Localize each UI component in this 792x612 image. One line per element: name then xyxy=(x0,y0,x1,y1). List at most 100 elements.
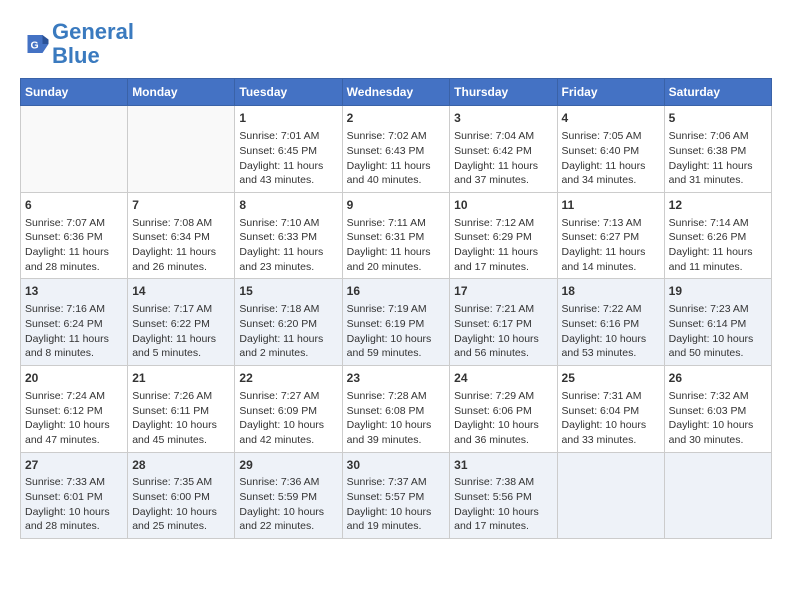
calendar-cell: 4 Sunrise: 7:05 AMSunset: 6:40 PMDaylight… xyxy=(557,106,664,193)
cell-content: Sunrise: 7:27 AMSunset: 6:09 PMDaylight:… xyxy=(239,389,337,448)
day-number: 29 xyxy=(239,457,337,474)
day-number: 17 xyxy=(454,283,552,300)
weekday-header-sunday: Sunday xyxy=(21,79,128,106)
day-number: 18 xyxy=(562,283,660,300)
day-number: 22 xyxy=(239,370,337,387)
weekday-header-friday: Friday xyxy=(557,79,664,106)
weekday-header-row: SundayMondayTuesdayWednesdayThursdayFrid… xyxy=(21,79,772,106)
calendar-cell: 5 Sunrise: 7:06 AMSunset: 6:38 PMDaylight… xyxy=(664,106,771,193)
calendar-cell: 19 Sunrise: 7:23 AMSunset: 6:14 PMDayligh… xyxy=(664,279,771,366)
cell-content: Sunrise: 7:08 AMSunset: 6:34 PMDaylight:… xyxy=(132,216,230,275)
calendar-cell: 12 Sunrise: 7:14 AMSunset: 6:26 PMDayligh… xyxy=(664,192,771,279)
day-number: 12 xyxy=(669,197,767,214)
day-number: 25 xyxy=(562,370,660,387)
calendar-table: SundayMondayTuesdayWednesdayThursdayFrid… xyxy=(20,78,772,539)
day-number: 19 xyxy=(669,283,767,300)
calendar-cell: 26 Sunrise: 7:32 AMSunset: 6:03 PMDayligh… xyxy=(664,366,771,453)
cell-content: Sunrise: 7:12 AMSunset: 6:29 PMDaylight:… xyxy=(454,216,552,275)
cell-content: Sunrise: 7:37 AMSunset: 5:57 PMDaylight:… xyxy=(347,475,446,534)
cell-content: Sunrise: 7:05 AMSunset: 6:40 PMDaylight:… xyxy=(562,129,660,188)
day-number: 30 xyxy=(347,457,446,474)
cell-content: Sunrise: 7:01 AMSunset: 6:45 PMDaylight:… xyxy=(239,129,337,188)
cell-content: Sunrise: 7:26 AMSunset: 6:11 PMDaylight:… xyxy=(132,389,230,448)
logo: G GeneralBlue xyxy=(20,20,134,68)
calendar-cell: 17 Sunrise: 7:21 AMSunset: 6:17 PMDayligh… xyxy=(450,279,557,366)
cell-content: Sunrise: 7:16 AMSunset: 6:24 PMDaylight:… xyxy=(25,302,123,361)
cell-content: Sunrise: 7:18 AMSunset: 6:20 PMDaylight:… xyxy=(239,302,337,361)
calendar-cell: 22 Sunrise: 7:27 AMSunset: 6:09 PMDayligh… xyxy=(235,366,342,453)
cell-content: Sunrise: 7:38 AMSunset: 5:56 PMDaylight:… xyxy=(454,475,552,534)
day-number: 13 xyxy=(25,283,123,300)
day-number: 21 xyxy=(132,370,230,387)
calendar-cell: 13 Sunrise: 7:16 AMSunset: 6:24 PMDayligh… xyxy=(21,279,128,366)
day-number: 1 xyxy=(239,110,337,127)
day-number: 20 xyxy=(25,370,123,387)
cell-content: Sunrise: 7:06 AMSunset: 6:38 PMDaylight:… xyxy=(669,129,767,188)
cell-content: Sunrise: 7:07 AMSunset: 6:36 PMDaylight:… xyxy=(25,216,123,275)
day-number: 5 xyxy=(669,110,767,127)
weekday-header-wednesday: Wednesday xyxy=(342,79,450,106)
calendar-cell: 20 Sunrise: 7:24 AMSunset: 6:12 PMDayligh… xyxy=(21,366,128,453)
calendar-cell xyxy=(557,452,664,539)
calendar-cell: 29Sunrise: 7:36 AMSunset: 5:59 PMDayligh… xyxy=(235,452,342,539)
day-number: 4 xyxy=(562,110,660,127)
calendar-week-1: 1 Sunrise: 7:01 AMSunset: 6:45 PMDaylight… xyxy=(21,106,772,193)
day-number: 24 xyxy=(454,370,552,387)
page-header: G GeneralBlue xyxy=(20,20,772,68)
calendar-cell: 25 Sunrise: 7:31 AMSunset: 6:04 PMDayligh… xyxy=(557,366,664,453)
day-number: 26 xyxy=(669,370,767,387)
day-number: 31 xyxy=(454,457,552,474)
cell-content: Sunrise: 7:10 AMSunset: 6:33 PMDaylight:… xyxy=(239,216,337,275)
calendar-week-4: 20 Sunrise: 7:24 AMSunset: 6:12 PMDayligh… xyxy=(21,366,772,453)
cell-content: Sunrise: 7:11 AMSunset: 6:31 PMDaylight:… xyxy=(347,216,446,275)
cell-content: Sunrise: 7:33 AMSunset: 6:01 PMDaylight:… xyxy=(25,475,123,534)
calendar-cell: 11 Sunrise: 7:13 AMSunset: 6:27 PMDayligh… xyxy=(557,192,664,279)
logo-text: GeneralBlue xyxy=(52,20,134,68)
calendar-cell: 8Sunrise: 7:10 AMSunset: 6:33 PMDaylight… xyxy=(235,192,342,279)
calendar-cell: 15Sunrise: 7:18 AMSunset: 6:20 PMDayligh… xyxy=(235,279,342,366)
day-number: 11 xyxy=(562,197,660,214)
cell-content: Sunrise: 7:04 AMSunset: 6:42 PMDaylight:… xyxy=(454,129,552,188)
day-number: 14 xyxy=(132,283,230,300)
cell-content: Sunrise: 7:32 AMSunset: 6:03 PMDaylight:… xyxy=(669,389,767,448)
calendar-cell xyxy=(128,106,235,193)
day-number: 7 xyxy=(132,197,230,214)
day-number: 23 xyxy=(347,370,446,387)
cell-content: Sunrise: 7:02 AMSunset: 6:43 PMDaylight:… xyxy=(347,129,446,188)
cell-content: Sunrise: 7:21 AMSunset: 6:17 PMDaylight:… xyxy=(454,302,552,361)
calendar-cell: 14 Sunrise: 7:17 AMSunset: 6:22 PMDayligh… xyxy=(128,279,235,366)
cell-content: Sunrise: 7:14 AMSunset: 6:26 PMDaylight:… xyxy=(669,216,767,275)
day-number: 27 xyxy=(25,457,123,474)
cell-content: Sunrise: 7:13 AMSunset: 6:27 PMDaylight:… xyxy=(562,216,660,275)
calendar-cell xyxy=(664,452,771,539)
calendar-cell: 27Sunrise: 7:33 AMSunset: 6:01 PMDayligh… xyxy=(21,452,128,539)
day-number: 10 xyxy=(454,197,552,214)
cell-content: Sunrise: 7:36 AMSunset: 5:59 PMDaylight:… xyxy=(239,475,337,534)
cell-content: Sunrise: 7:19 AMSunset: 6:19 PMDaylight:… xyxy=(347,302,446,361)
cell-content: Sunrise: 7:22 AMSunset: 6:16 PMDaylight:… xyxy=(562,302,660,361)
cell-content: Sunrise: 7:17 AMSunset: 6:22 PMDaylight:… xyxy=(132,302,230,361)
day-number: 16 xyxy=(347,283,446,300)
cell-content: Sunrise: 7:31 AMSunset: 6:04 PMDaylight:… xyxy=(562,389,660,448)
calendar-cell: 21 Sunrise: 7:26 AMSunset: 6:11 PMDayligh… xyxy=(128,366,235,453)
weekday-header-monday: Monday xyxy=(128,79,235,106)
cell-content: Sunrise: 7:24 AMSunset: 6:12 PMDaylight:… xyxy=(25,389,123,448)
day-number: 3 xyxy=(454,110,552,127)
cell-content: Sunrise: 7:23 AMSunset: 6:14 PMDaylight:… xyxy=(669,302,767,361)
calendar-cell: 16 Sunrise: 7:19 AMSunset: 6:19 PMDayligh… xyxy=(342,279,450,366)
svg-text:G: G xyxy=(31,40,39,52)
calendar-week-2: 6Sunrise: 7:07 AMSunset: 6:36 PMDaylight… xyxy=(21,192,772,279)
cell-content: Sunrise: 7:35 AMSunset: 6:00 PMDaylight:… xyxy=(132,475,230,534)
calendar-cell: 7 Sunrise: 7:08 AMSunset: 6:34 PMDaylight… xyxy=(128,192,235,279)
calendar-cell: 24 Sunrise: 7:29 AMSunset: 6:06 PMDayligh… xyxy=(450,366,557,453)
calendar-cell: 1 Sunrise: 7:01 AMSunset: 6:45 PMDaylight… xyxy=(235,106,342,193)
cell-content: Sunrise: 7:29 AMSunset: 6:06 PMDaylight:… xyxy=(454,389,552,448)
weekday-header-thursday: Thursday xyxy=(450,79,557,106)
calendar-cell: 28Sunrise: 7:35 AMSunset: 6:00 PMDayligh… xyxy=(128,452,235,539)
calendar-cell: 31Sunrise: 7:38 AMSunset: 5:56 PMDayligh… xyxy=(450,452,557,539)
calendar-cell xyxy=(21,106,128,193)
calendar-cell: 18 Sunrise: 7:22 AMSunset: 6:16 PMDayligh… xyxy=(557,279,664,366)
calendar-cell: 10 Sunrise: 7:12 AMSunset: 6:29 PMDayligh… xyxy=(450,192,557,279)
day-number: 28 xyxy=(132,457,230,474)
calendar-week-5: 27Sunrise: 7:33 AMSunset: 6:01 PMDayligh… xyxy=(21,452,772,539)
